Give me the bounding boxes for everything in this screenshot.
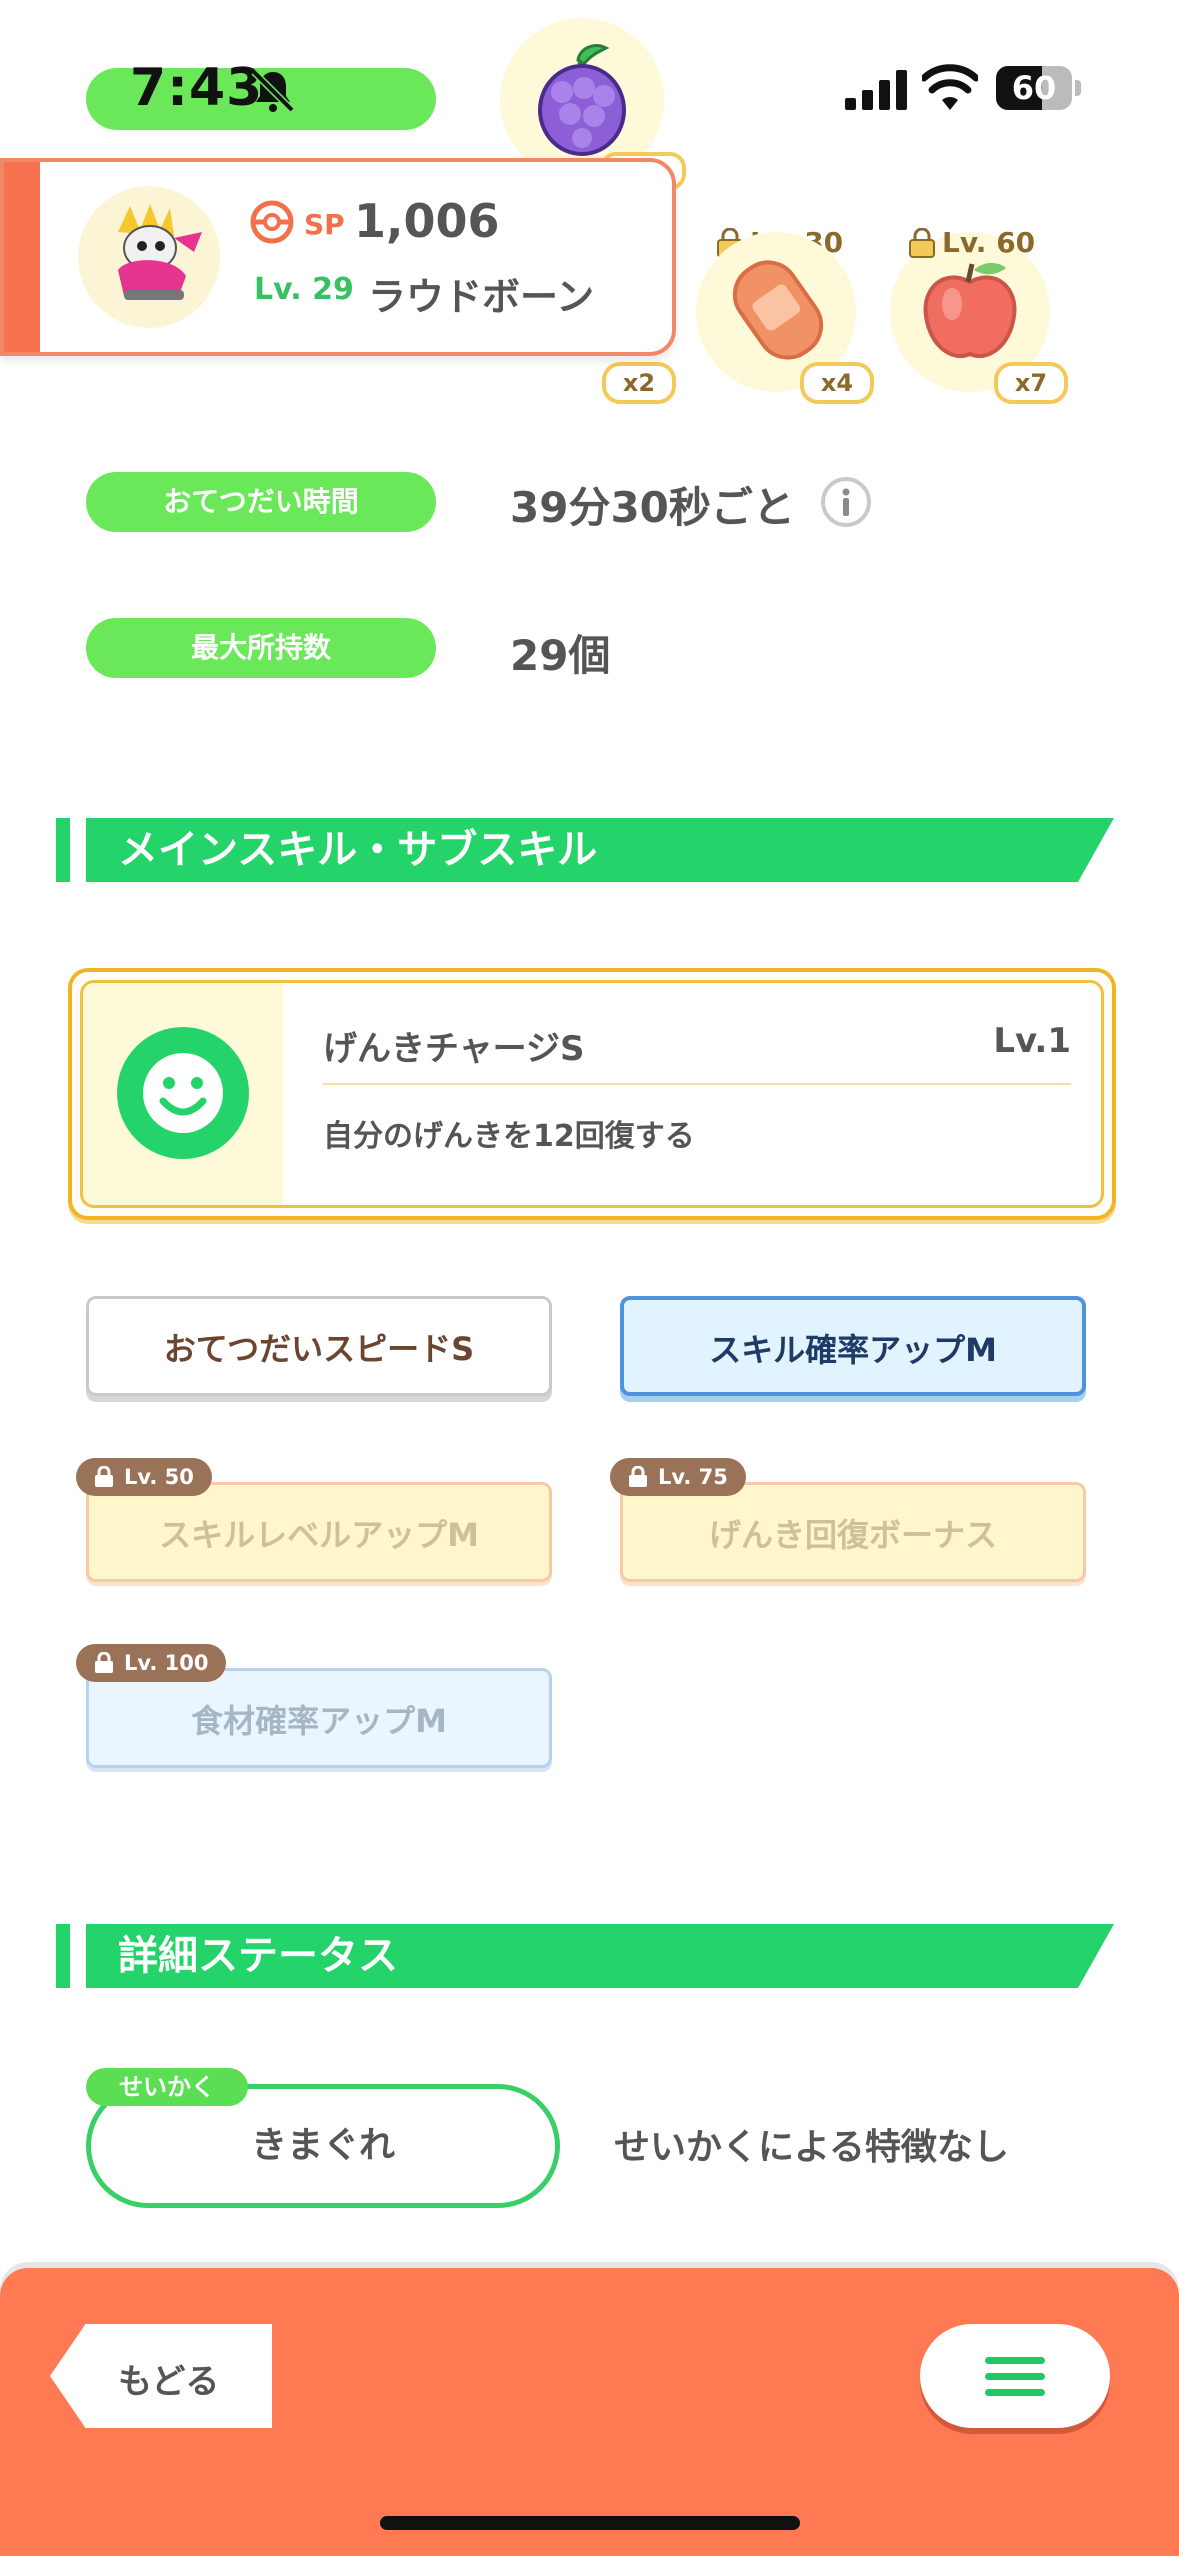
sub-skill-5[interactable]: 食材確率アップM	[86, 1668, 552, 1768]
divider	[323, 1083, 1071, 1085]
main-skill-description: 自分のげんきを12回復する	[323, 1119, 695, 1154]
nature-description: せいかくによる特徴なし	[614, 2127, 1009, 2168]
help-time-value: 39分30秒ごと	[510, 483, 795, 532]
sp-label: SP	[304, 208, 345, 241]
pokemon-avatar	[78, 186, 220, 328]
detail-section-title: 詳細ステータス	[118, 1933, 398, 1979]
sp-icon	[250, 200, 294, 244]
ingredient-2-count: x4	[800, 362, 874, 404]
detail-section-header: 詳細ステータス	[86, 1924, 1114, 1988]
info-icon[interactable]	[820, 476, 872, 528]
back-button[interactable]: もどる	[50, 2324, 272, 2428]
max-carry-value: 29個	[510, 631, 611, 680]
pokemon-level: Lv. 29	[254, 272, 354, 307]
pokemon-name: ラウドボーン	[368, 275, 595, 319]
smiley-skill-icon	[117, 1027, 249, 1159]
cellular-signal-icon	[845, 70, 907, 110]
sub-skill-4[interactable]: げんき回復ボーナス	[620, 1482, 1086, 1582]
lock-icon	[909, 227, 935, 258]
status-time: 7:43	[130, 58, 264, 118]
unlock-level: Lv. 50	[124, 1465, 194, 1489]
max-carry-label: 最大所持数	[86, 618, 436, 678]
ingredient-3-count: x7	[994, 362, 1068, 404]
back-button-label: もどる	[118, 2362, 220, 2402]
nature-badge: せいかく	[86, 2068, 248, 2106]
skills-section-title: メインスキル・サブスキル	[118, 827, 598, 873]
lock-icon	[95, 1466, 113, 1487]
main-skill-inner: げんきチャージS Lv.1 自分のげんきを12回復する	[80, 980, 1104, 1208]
bell-muted-icon	[251, 69, 295, 113]
lock-icon	[629, 1466, 647, 1487]
lock-icon	[95, 1652, 113, 1673]
section-marker	[56, 818, 70, 882]
skills-section-header: メインスキル・サブスキル	[86, 818, 1114, 882]
sp-value: 1,006	[354, 194, 500, 248]
main-skill-level: Lv.1	[993, 1021, 1071, 1061]
card-accent-strip	[4, 162, 40, 352]
battery-indicator: 60	[996, 66, 1082, 110]
menu-button[interactable]	[920, 2324, 1110, 2428]
home-indicator[interactable]	[380, 2516, 800, 2530]
main-skill-icon-area	[83, 983, 283, 1205]
grape-berry-icon	[538, 44, 626, 156]
main-skill-card[interactable]: げんきチャージS Lv.1 自分のげんきを12回復する	[68, 968, 1116, 1220]
unlock-level: Lv. 100	[124, 1651, 209, 1675]
section-marker	[56, 1924, 70, 1988]
apple-ingredient-icon	[923, 263, 1017, 358]
help-time-label: おてつだい時間	[86, 472, 436, 532]
sub-skill-3[interactable]: スキルレベルアップM	[86, 1482, 552, 1582]
sub-skill-3-unlock-badge: Lv. 50	[76, 1458, 212, 1496]
sausage-ingredient-icon	[732, 260, 824, 360]
sub-skill-4-unlock-badge: Lv. 75	[610, 1458, 746, 1496]
sub-skill-1[interactable]: おてつだいスピードS	[86, 1296, 552, 1396]
hamburger-menu-icon	[985, 2357, 1045, 2396]
ingredient-1-count: x2	[602, 362, 676, 404]
skeledirge-portrait	[118, 204, 202, 300]
wifi-icon	[922, 64, 978, 110]
sub-skill-2[interactable]: スキル確率アップM	[620, 1296, 1086, 1396]
unlock-level: Lv. 75	[658, 1465, 728, 1489]
main-skill-name: げんきチャージS	[323, 1029, 585, 1069]
sub-skill-5-unlock-badge: Lv. 100	[76, 1644, 227, 1682]
pokemon-card[interactable]: SP 1,006 Lv. 29 ラウドボーン	[0, 158, 676, 356]
